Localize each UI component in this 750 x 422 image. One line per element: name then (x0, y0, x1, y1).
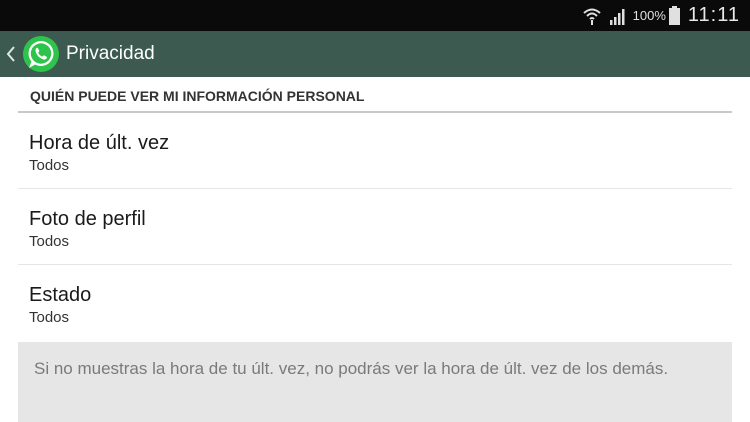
pref-last-seen[interactable]: Hora de últ. vez Todos (18, 113, 732, 189)
pref-value: Todos (29, 233, 70, 250)
pref-value: Todos (29, 309, 70, 326)
action-bar: Privacidad (0, 31, 750, 77)
privacy-settings: QUIÉN PUEDE VER MI INFORMACIÓN PERSONAL … (18, 77, 732, 341)
pref-title: Foto de perfil (29, 208, 146, 230)
pref-title: Estado (29, 284, 92, 306)
battery-percent: 100% (632, 8, 666, 23)
chevron-left-icon[interactable] (4, 43, 18, 65)
whatsapp-logo[interactable] (22, 35, 60, 73)
wifi-icon (582, 8, 601, 25)
pref-title: Hora de últ. vez (29, 132, 170, 154)
status-bar: 100% 11:11 (0, 0, 750, 31)
info-note: Si no muestras la hora de tu últ. vez, n… (18, 342, 732, 422)
pref-status[interactable]: Estado Todos (18, 265, 732, 341)
pref-value: Todos (29, 157, 70, 174)
battery-icon (668, 6, 680, 25)
section-header: QUIÉN PUEDE VER MI INFORMACIÓN PERSONAL (18, 77, 732, 113)
pref-profile-photo[interactable]: Foto de perfil Todos (18, 189, 732, 265)
signal-icon (609, 8, 625, 25)
clock: 11:11 (687, 4, 740, 26)
page-title: Privacidad (66, 43, 155, 64)
